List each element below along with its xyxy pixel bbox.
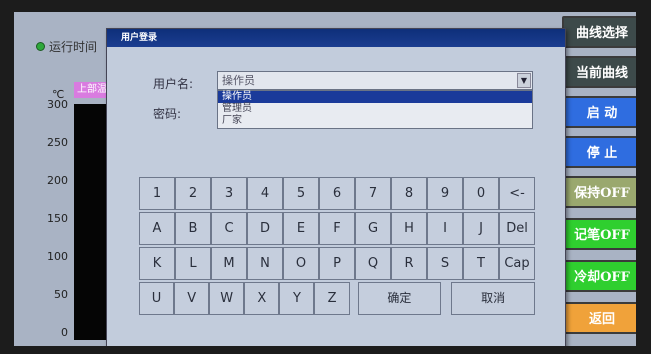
key[interactable]: A — [139, 212, 175, 245]
side-button[interactable]: 当前曲线 — [562, 56, 636, 88]
y-tick-label: 50 — [54, 288, 68, 301]
y-tick-label: 150 — [47, 212, 68, 225]
username-value: 操作员 — [222, 74, 255, 87]
key[interactable]: P — [319, 247, 355, 280]
key[interactable]: X — [244, 282, 280, 315]
key[interactable]: <- — [499, 177, 535, 210]
key[interactable]: Z — [314, 282, 350, 315]
series-tag: 上部温 — [74, 82, 108, 98]
virtual-keyboard: 1 2 3 4 5 6 7 8 9 0 <- A B C D E F G H I J Del K L M N O P Q R S T Cap U V… — [139, 177, 536, 317]
key[interactable]: B — [175, 212, 211, 245]
key[interactable]: R — [391, 247, 427, 280]
key[interactable]: U — [139, 282, 175, 315]
keyboard-row: 1 2 3 4 5 6 7 8 9 0 <- — [139, 177, 535, 210]
y-tick-label: 100 — [47, 250, 68, 263]
y-tick-label: 250 — [47, 136, 68, 149]
run-status: 运行时间 — [36, 38, 97, 55]
key[interactable]: M — [211, 247, 247, 280]
key[interactable]: 1 — [139, 177, 175, 210]
key[interactable]: 0 — [463, 177, 499, 210]
trend-plot — [74, 104, 108, 340]
key[interactable]: 8 — [391, 177, 427, 210]
run-time-label: 运行时间 — [49, 40, 98, 54]
key[interactable]: C — [211, 212, 247, 245]
key[interactable]: 6 — [319, 177, 355, 210]
key[interactable]: E — [283, 212, 319, 245]
key[interactable]: D — [247, 212, 283, 245]
side-button[interactable]: 冷却OFF — [562, 260, 636, 292]
key[interactable]: 9 — [427, 177, 463, 210]
dropdown-option[interactable]: 管理员 — [218, 103, 532, 115]
side-button[interactable]: 记笔OFF — [562, 218, 636, 250]
side-button[interactable]: 启 动 — [562, 96, 636, 128]
key[interactable]: 5 — [283, 177, 319, 210]
key[interactable]: G — [355, 212, 391, 245]
side-button[interactable]: 曲线选择 — [562, 16, 636, 48]
key[interactable]: T — [463, 247, 499, 280]
keyboard-row: K L M N O P Q R S T Cap — [139, 247, 535, 280]
y-tick-label: 300 — [47, 98, 68, 111]
confirm-button[interactable]: 确定 — [357, 282, 442, 315]
y-tick-label: 0 — [61, 326, 68, 339]
key[interactable]: Q — [355, 247, 391, 280]
side-button[interactable]: 返回 — [562, 302, 636, 334]
cancel-button[interactable]: 取消 — [451, 282, 536, 315]
dropdown-option[interactable]: 操作员 — [218, 91, 532, 103]
key[interactable]: Y — [279, 282, 315, 315]
key[interactable]: H — [391, 212, 427, 245]
key[interactable]: 3 — [211, 177, 247, 210]
y-tick-label: 200 — [47, 174, 68, 187]
keyboard-row: A B C D E F G H I J Del — [139, 212, 535, 245]
key[interactable]: 7 — [355, 177, 391, 210]
key[interactable]: W — [209, 282, 245, 315]
key[interactable]: L — [175, 247, 211, 280]
hmi-screen: 运行时间 ℃ 上部温 300250200150100500 0 曲线选择当前曲线… — [14, 12, 636, 346]
side-button[interactable]: 停 止 — [562, 136, 636, 168]
key[interactable]: S — [427, 247, 463, 280]
key[interactable]: 2 — [175, 177, 211, 210]
key[interactable]: N — [247, 247, 283, 280]
dialog-title: 用户登录 — [107, 29, 565, 47]
key[interactable]: O — [283, 247, 319, 280]
side-button[interactable]: 保持OFF — [562, 176, 636, 208]
key[interactable]: I — [427, 212, 463, 245]
key[interactable]: K — [139, 247, 175, 280]
username-label: 用户名: — [153, 77, 194, 91]
password-label: 密码: — [153, 107, 182, 121]
x-axis-zero: 0 — [54, 344, 61, 346]
status-led-icon — [36, 42, 45, 51]
key[interactable]: Del — [499, 212, 535, 245]
login-dialog: 用户登录 用户名: 密码: 操作员 ▼ 操作员 管理员 厂家 1 2 3 4 5 6 7 8 9 0 <… — [106, 28, 566, 346]
key[interactable]: Cap — [499, 247, 535, 280]
y-axis: 300 250 200 150 100 50 0 — [42, 98, 72, 344]
dropdown-option[interactable]: 厂家 — [218, 115, 532, 127]
key[interactable]: 4 — [247, 177, 283, 210]
username-dropdown-list: 操作员 管理员 厂家 — [217, 90, 533, 129]
chevron-down-icon[interactable]: ▼ — [517, 73, 531, 88]
username-combobox[interactable]: 操作员 ▼ — [217, 71, 533, 90]
keyboard-row: U V W X Y Z 确定 取消 — [139, 282, 536, 315]
key[interactable]: V — [174, 282, 210, 315]
key[interactable]: F — [319, 212, 355, 245]
key[interactable]: J — [463, 212, 499, 245]
